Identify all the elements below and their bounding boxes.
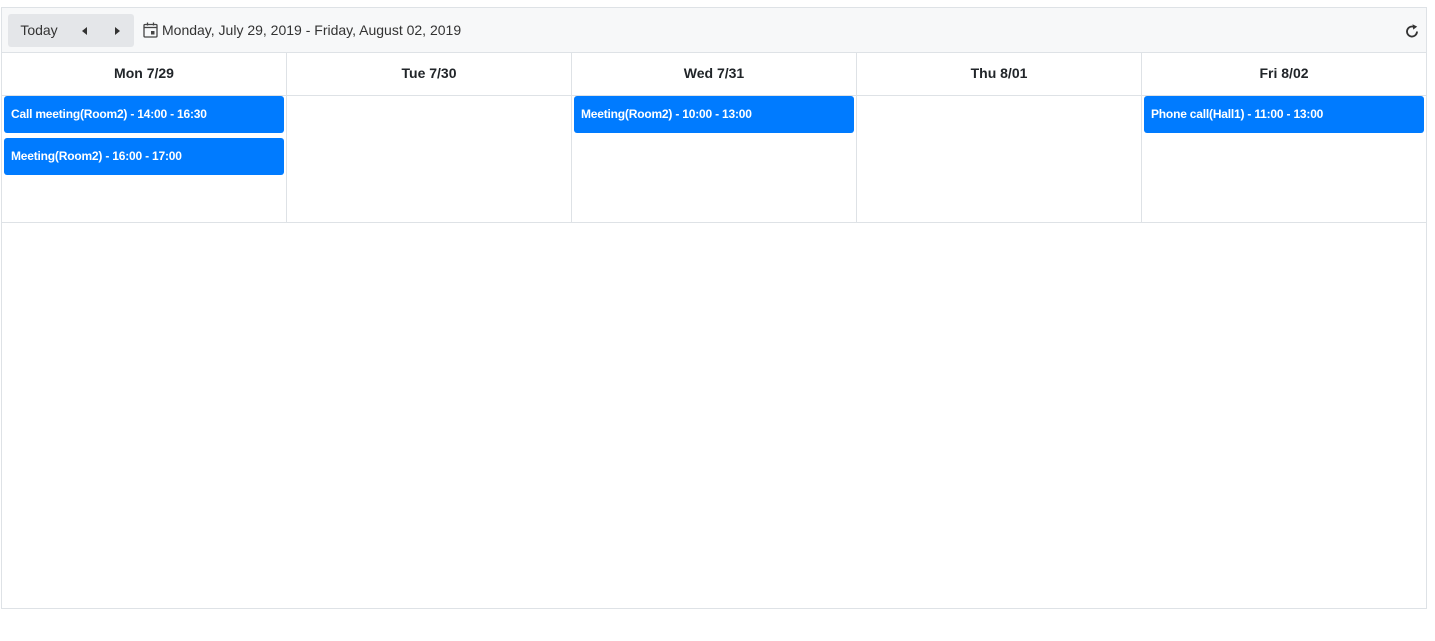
day-header: Thu 8/01 [857, 53, 1141, 96]
event-item[interactable]: Meeting(Room2) - 10:00 - 13:00 [574, 96, 854, 133]
day-column-fri[interactable]: Fri 8/02 Phone call(Hall1) - 11:00 - 13:… [1142, 53, 1426, 222]
day-header: Wed 7/31 [572, 53, 856, 96]
day-header: Fri 8/02 [1142, 53, 1426, 96]
day-column-tue[interactable]: Tue 7/30 [287, 53, 572, 222]
event-item[interactable]: Meeting(Room2) - 16:00 - 17:00 [4, 138, 284, 175]
day-column-mon[interactable]: Mon 7/29 Call meeting(Room2) - 14:00 - 1… [2, 53, 287, 222]
calendar-icon [143, 22, 158, 38]
caret-left-icon [82, 26, 87, 35]
scheduler: Today Monday, July 29, 2019 - Friday, Au… [1, 7, 1427, 609]
day-header: Mon 7/29 [2, 53, 286, 96]
refresh-icon [1406, 24, 1418, 38]
event-item[interactable]: Call meeting(Room2) - 14:00 - 16:30 [4, 96, 284, 133]
day-column-wed[interactable]: Wed 7/31 Meeting(Room2) - 10:00 - 13:00 [572, 53, 857, 222]
navigation-group: Today [8, 14, 134, 47]
scheduler-toolbar: Today Monday, July 29, 2019 - Friday, Au… [2, 8, 1426, 53]
week-grid: Mon 7/29 Call meeting(Room2) - 14:00 - 1… [2, 53, 1426, 223]
caret-right-icon [115, 26, 120, 35]
refresh-button[interactable] [1402, 21, 1422, 41]
previous-week-button[interactable] [70, 14, 100, 47]
day-header: Tue 7/30 [287, 53, 571, 96]
date-range-label: Monday, July 29, 2019 - Friday, August 0… [162, 22, 462, 38]
next-week-button[interactable] [102, 14, 132, 47]
today-button[interactable]: Today [8, 14, 70, 47]
day-column-thu[interactable]: Thu 8/01 [857, 53, 1142, 222]
event-item[interactable]: Phone call(Hall1) - 11:00 - 13:00 [1144, 96, 1424, 133]
date-range-selector[interactable]: Monday, July 29, 2019 - Friday, August 0… [143, 21, 461, 39]
